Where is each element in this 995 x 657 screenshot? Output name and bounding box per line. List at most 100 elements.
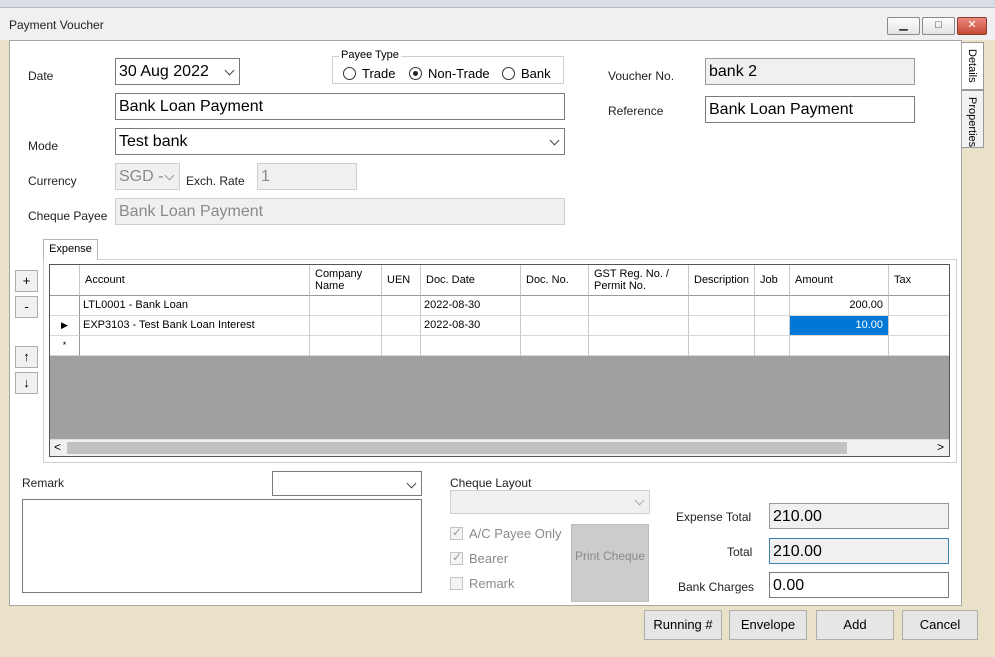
col-header-gst-reg-no[interactable]: GST Reg. No. / Permit No. bbox=[589, 265, 689, 296]
col-header-account[interactable]: Account bbox=[80, 265, 310, 296]
tab-properties[interactable]: Properties bbox=[962, 90, 984, 148]
cell-doc-date[interactable]: 2022-08-30 bbox=[421, 296, 521, 316]
cheque-layout-select[interactable] bbox=[450, 490, 650, 514]
date-picker[interactable]: 30 Aug 2022 bbox=[115, 58, 240, 85]
currency-select[interactable]: SGD - bbox=[115, 163, 180, 190]
col-header-uen[interactable]: UEN bbox=[382, 265, 421, 296]
ac-payee-only-label: A/C Payee Only bbox=[469, 526, 562, 541]
bearer-label: Bearer bbox=[469, 551, 509, 566]
remark-checkbox[interactable] bbox=[450, 577, 463, 590]
bank-charges-label: Bank Charges bbox=[678, 580, 755, 594]
cell-uen[interactable] bbox=[382, 316, 421, 336]
new-cell[interactable] bbox=[310, 336, 382, 356]
cell-amount-selected[interactable]: 10.00 bbox=[790, 316, 889, 336]
move-up-button[interactable]: ↑ bbox=[15, 346, 38, 368]
new-cell[interactable] bbox=[790, 336, 889, 356]
exch-rate-field[interactable]: 1 bbox=[257, 163, 357, 190]
close-button[interactable]: ✕ bbox=[957, 17, 987, 35]
tab-properties-label: Properties bbox=[966, 97, 978, 148]
window-title: Payment Voucher bbox=[9, 18, 104, 32]
cell-job[interactable] bbox=[755, 316, 790, 336]
title-bar: Payment Voucher ▁ □ ✕ bbox=[0, 8, 995, 40]
cell-tax[interactable] bbox=[889, 316, 949, 336]
maximize-button[interactable]: □ bbox=[922, 17, 955, 35]
col-header-amount[interactable]: Amount bbox=[790, 265, 889, 296]
radio-trade[interactable] bbox=[343, 67, 356, 80]
print-cheque-button[interactable]: Print Cheque bbox=[571, 524, 649, 602]
running-number-button[interactable]: Running # bbox=[644, 610, 722, 640]
new-row-header[interactable]: * bbox=[50, 336, 80, 356]
col-header-description[interactable]: Description bbox=[689, 265, 755, 296]
tab-details[interactable]: Details bbox=[962, 42, 984, 90]
cell-job[interactable] bbox=[755, 296, 790, 316]
new-cell[interactable] bbox=[755, 336, 790, 356]
cell-description[interactable] bbox=[689, 296, 755, 316]
date-value: 30 Aug 2022 bbox=[119, 63, 209, 80]
cell-company-name[interactable] bbox=[310, 316, 382, 336]
expense-grid: Account Company Name UEN Doc. Date Doc. … bbox=[49, 264, 950, 457]
cell-uen[interactable] bbox=[382, 296, 421, 316]
new-cell-account[interactable] bbox=[80, 336, 310, 356]
col-header-doc-no[interactable]: Doc. No. bbox=[521, 265, 589, 296]
cell-gst-reg-no[interactable] bbox=[589, 316, 689, 336]
new-cell[interactable] bbox=[421, 336, 521, 356]
remark-template-select[interactable] bbox=[272, 471, 422, 496]
cell-doc-no[interactable] bbox=[521, 296, 589, 316]
col-header-job[interactable]: Job bbox=[755, 265, 790, 296]
col-header-doc-date[interactable]: Doc. Date bbox=[421, 265, 521, 296]
cell-company-name[interactable] bbox=[310, 296, 382, 316]
cell-doc-no[interactable] bbox=[521, 316, 589, 336]
radio-trade-label: Trade bbox=[362, 66, 396, 81]
envelope-button[interactable]: Envelope bbox=[729, 610, 807, 640]
radio-bank[interactable] bbox=[502, 67, 515, 80]
cheque-layout-label: Cheque Layout bbox=[450, 476, 532, 490]
scroll-thumb[interactable] bbox=[67, 442, 847, 454]
move-down-button[interactable]: ↓ bbox=[15, 372, 38, 394]
description-field[interactable]: Bank Loan Payment bbox=[115, 93, 565, 120]
new-cell[interactable] bbox=[382, 336, 421, 356]
ac-payee-only-checkbox[interactable] bbox=[450, 525, 463, 540]
bearer-checkbox[interactable] bbox=[450, 550, 463, 565]
voucher-no-field[interactable]: bank 2 bbox=[705, 58, 915, 85]
radio-non-trade[interactable] bbox=[409, 67, 422, 80]
mode-value: Test bank bbox=[119, 133, 188, 150]
row-header-current[interactable]: ▶ bbox=[50, 316, 80, 336]
row-header[interactable] bbox=[50, 296, 80, 316]
scroll-left-icon[interactable]: < bbox=[54, 440, 61, 454]
new-cell[interactable] bbox=[889, 336, 949, 356]
tab-expense[interactable]: Expense bbox=[43, 239, 98, 260]
col-header-tax[interactable]: Tax bbox=[889, 265, 949, 296]
col-header-company-name[interactable]: Company Name bbox=[310, 265, 382, 296]
scroll-right-icon[interactable]: > bbox=[937, 440, 944, 454]
cell-account[interactable]: EXP3103 - Test Bank Loan Interest bbox=[80, 316, 310, 336]
new-cell[interactable] bbox=[689, 336, 755, 356]
cell-tax[interactable] bbox=[889, 296, 949, 316]
new-cell[interactable] bbox=[589, 336, 689, 356]
minimize-button[interactable]: ▁ bbox=[887, 17, 920, 35]
horizontal-scrollbar[interactable]: < > bbox=[50, 439, 949, 456]
payment-voucher-window: Payment Voucher ▁ □ ✕ Details Properties… bbox=[0, 0, 995, 657]
cell-gst-reg-no[interactable] bbox=[589, 296, 689, 316]
cancel-button[interactable]: Cancel bbox=[902, 610, 978, 640]
new-cell[interactable] bbox=[521, 336, 589, 356]
cell-amount[interactable]: 200.00 bbox=[790, 296, 889, 316]
chevron-down-icon bbox=[224, 65, 235, 76]
cell-doc-date[interactable]: 2022-08-30 bbox=[421, 316, 521, 336]
currency-value: SGD - bbox=[119, 168, 164, 185]
remark-checkbox-label: Remark bbox=[469, 576, 515, 591]
add-row-button[interactable]: + bbox=[15, 270, 38, 292]
cell-description[interactable] bbox=[689, 316, 755, 336]
remove-row-button[interactable]: - bbox=[15, 296, 38, 318]
bank-charges-field[interactable]: 0.00 bbox=[769, 572, 949, 598]
chevron-down-icon bbox=[634, 495, 645, 506]
reference-field[interactable]: Bank Loan Payment bbox=[705, 96, 915, 123]
cheque-payee-field[interactable]: Bank Loan Payment bbox=[115, 198, 565, 225]
remark-textarea[interactable] bbox=[22, 499, 422, 593]
expense-total-field[interactable]: 210.00 bbox=[769, 503, 949, 529]
mode-select[interactable]: Test bank bbox=[115, 128, 565, 155]
currency-label: Currency bbox=[28, 174, 77, 188]
payee-type-group: Payee Type Trade Non-Trade Bank bbox=[332, 49, 564, 84]
add-button[interactable]: Add bbox=[816, 610, 894, 640]
cell-account[interactable]: LTL0001 - Bank Loan bbox=[80, 296, 310, 316]
total-field[interactable]: 210.00 bbox=[769, 538, 949, 564]
